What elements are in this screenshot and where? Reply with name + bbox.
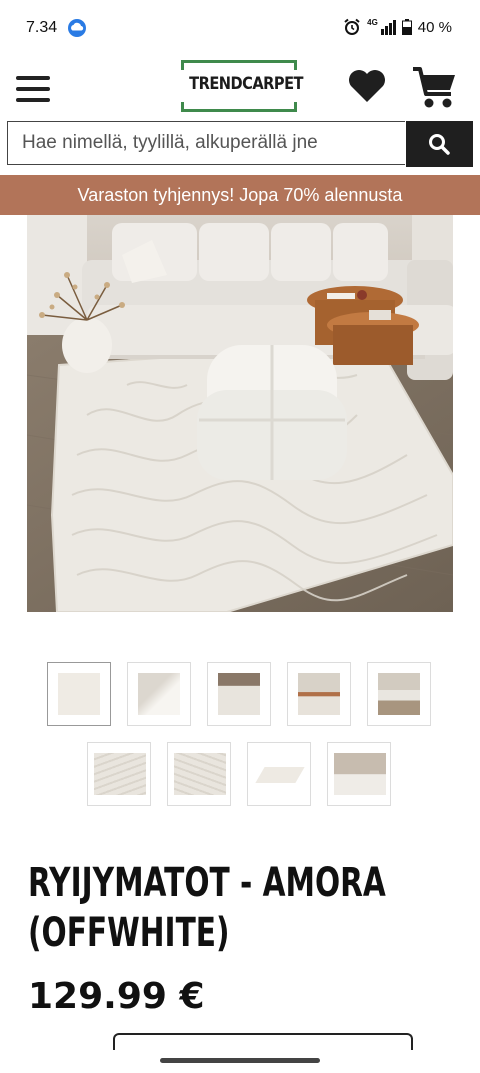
thumbnail-pattern-detail-1[interactable] xyxy=(87,742,151,806)
thumbnail-pouf-closeup[interactable] xyxy=(127,662,191,726)
status-icons: 4G 40 % xyxy=(343,18,452,36)
wishlist-heart-icon[interactable] xyxy=(347,68,387,104)
search-bar xyxy=(7,121,473,167)
logo-text: TRENDCARPET xyxy=(189,74,304,94)
product-title-line2: (OFFWHITE) xyxy=(28,910,230,956)
battery-icon xyxy=(401,19,412,35)
alarm-icon xyxy=(344,18,360,35)
thumbnail-room-sofa[interactable] xyxy=(327,742,391,806)
signal-icon: 4G xyxy=(367,17,396,35)
product-main-image[interactable] xyxy=(27,215,453,612)
status-bar: 7.34 4G 40 % xyxy=(0,0,480,56)
product-title: RYIJYMATOT - AMORA (OFFWHITE) xyxy=(28,858,386,958)
search-icon xyxy=(429,134,450,155)
system-nav-bar xyxy=(0,1050,480,1073)
home-gesture-handle[interactable] xyxy=(160,1058,320,1063)
search-button[interactable] xyxy=(406,121,473,167)
thumbnail-pattern-detail-2[interactable] xyxy=(167,742,231,806)
thumbnail-living-room[interactable] xyxy=(287,662,351,726)
promo-banner[interactable]: Varaston tyhjennys! Jopa 70% alennusta xyxy=(0,175,480,215)
shopping-cart-icon[interactable] xyxy=(411,66,457,110)
site-logo[interactable]: TRENDCARPET xyxy=(181,60,304,112)
menu-icon[interactable] xyxy=(16,76,50,102)
thumbnail-rug-angle[interactable] xyxy=(247,742,311,806)
network-type: 4G xyxy=(367,17,378,27)
product-price: 129.99 € xyxy=(28,976,205,1017)
status-time: 7.34 xyxy=(26,19,58,36)
thumbnail-rug-flat[interactable] xyxy=(47,662,111,726)
product-title-line1: RYIJYMATOT - AMORA xyxy=(28,860,386,906)
search-input[interactable] xyxy=(7,121,405,165)
room-illustration xyxy=(27,215,453,612)
thumbnail-living-room-wide[interactable] xyxy=(367,662,431,726)
site-header: TRENDCARPET xyxy=(0,56,480,120)
thumbnail-room-side[interactable] xyxy=(207,662,271,726)
battery-level: 40 % xyxy=(417,18,452,36)
cloud-sync-icon xyxy=(68,19,86,37)
